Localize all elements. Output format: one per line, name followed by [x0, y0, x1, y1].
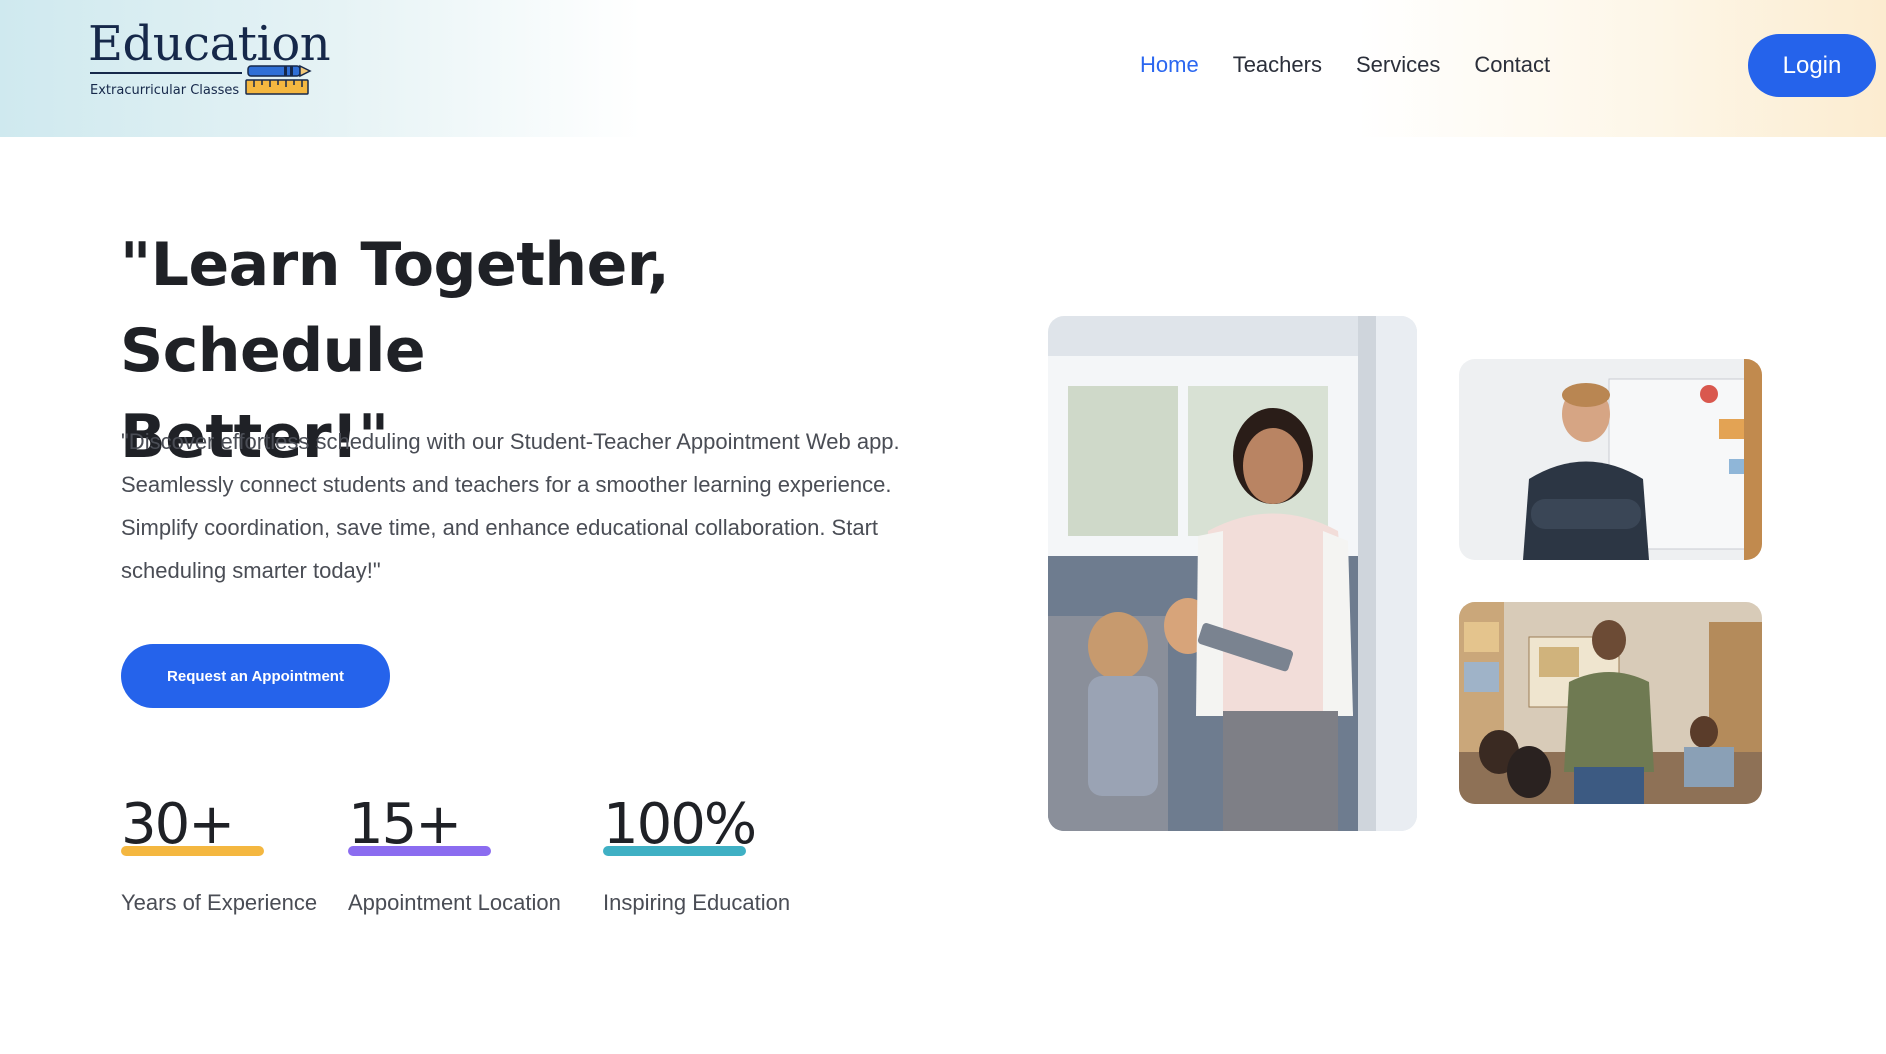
- login-button[interactable]: Login: [1748, 34, 1876, 97]
- stat-education: 100% Inspiring Education: [603, 790, 790, 915]
- hero-title-line1: "Learn Together, Schedule: [120, 230, 670, 386]
- teacher-whiteboard-photo: [1459, 359, 1762, 560]
- logo-underline: [90, 72, 242, 74]
- pencil-ruler-icon: [245, 64, 312, 95]
- stat-label: Years of Experience: [121, 890, 318, 915]
- teacher-classroom-photo: [1459, 602, 1762, 804]
- stat-value: 30+: [121, 792, 235, 857]
- stat-label: Inspiring Education: [603, 890, 791, 915]
- brand-logo[interactable]: Education Extracurricular Classes: [88, 16, 331, 106]
- stat-label: Appointment Location: [348, 890, 561, 915]
- site-header: Education Extracurricular Classes Home T…: [0, 0, 1886, 137]
- stat-value: 15+: [348, 792, 462, 857]
- main-nav: Home Teachers Services Contact: [1140, 52, 1550, 78]
- teacher-whiteboard-image: [1459, 359, 1762, 560]
- stat-locations: 15+ Appointment Location: [348, 790, 561, 915]
- nav-services[interactable]: Services: [1356, 52, 1440, 78]
- nav-contact[interactable]: Contact: [1474, 52, 1550, 78]
- teacher-tablet-image: [1048, 316, 1417, 831]
- logo-subtitle: Extracurricular Classes: [90, 83, 240, 98]
- stat-value: 100%: [603, 792, 757, 857]
- stat-years: 30+ Years of Experience: [121, 790, 317, 915]
- teacher-classroom-image: [1459, 602, 1762, 804]
- teacher-tablet-photo: [1048, 316, 1417, 831]
- hero-description: "Discover effortless scheduling with our…: [121, 429, 900, 583]
- nav-teachers[interactable]: Teachers: [1233, 52, 1322, 78]
- nav-home[interactable]: Home: [1140, 52, 1199, 78]
- request-appointment-button[interactable]: Request an Appointment: [121, 644, 390, 708]
